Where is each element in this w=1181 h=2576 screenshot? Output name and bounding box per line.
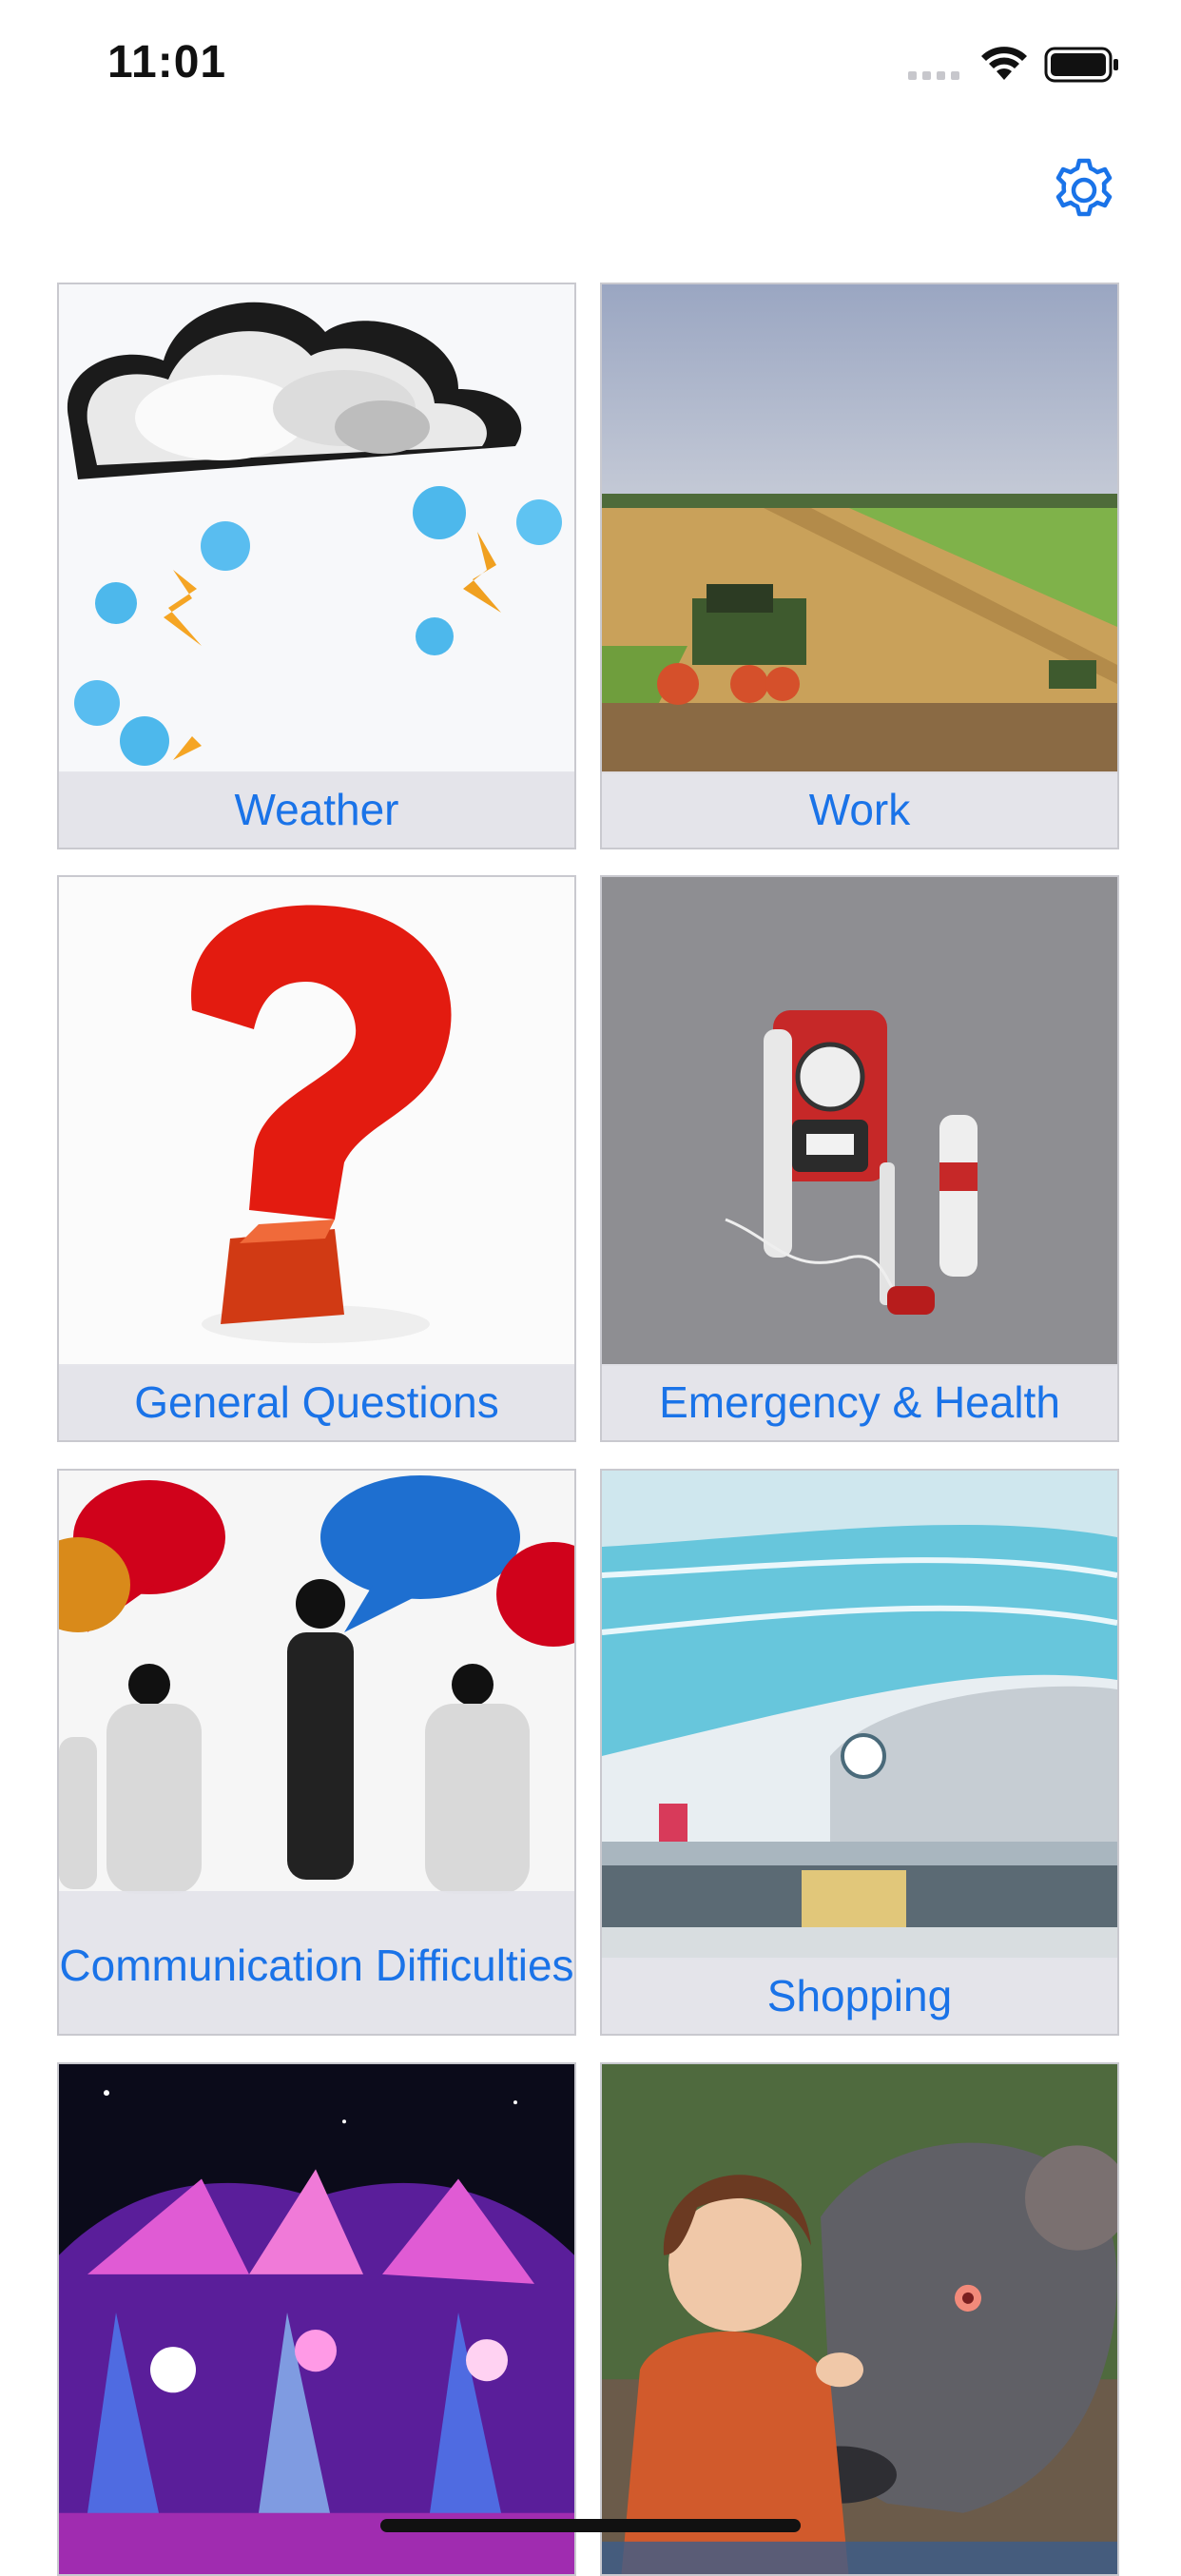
weather-image bbox=[59, 284, 574, 773]
category-label: Emergency & Health bbox=[602, 1364, 1117, 1440]
category-label: Work bbox=[602, 771, 1117, 848]
cellular-signal-icon bbox=[908, 71, 959, 80]
shopping-image bbox=[602, 1471, 1117, 1960]
category-tile-general-questions[interactable]: General Questions bbox=[57, 875, 576, 1442]
category-tile-weather[interactable]: Weather bbox=[57, 283, 576, 849]
battery-icon bbox=[1044, 47, 1118, 83]
category-tile-work[interactable]: Work bbox=[600, 283, 1119, 849]
category-tile-shopping[interactable]: Shopping bbox=[600, 1469, 1119, 2036]
emergency-health-image bbox=[602, 877, 1117, 1366]
status-bar: 11:01 bbox=[0, 0, 1181, 133]
category-tile-animals[interactable] bbox=[600, 2062, 1119, 2576]
settings-gear-icon[interactable] bbox=[1050, 156, 1118, 224]
category-tile-entertainment[interactable] bbox=[57, 2062, 576, 2576]
animals-image bbox=[602, 2064, 1117, 2574]
category-label: Shopping bbox=[602, 1958, 1117, 2034]
home-indicator[interactable] bbox=[380, 2519, 801, 2532]
wifi-icon bbox=[981, 47, 1027, 80]
work-image bbox=[602, 284, 1117, 773]
category-label: Communication Difficulties bbox=[59, 1891, 574, 2034]
category-tile-communication-difficulties[interactable]: Communication Difficulties bbox=[57, 1469, 576, 2036]
category-label: General Questions bbox=[59, 1364, 574, 1440]
status-time: 11:01 bbox=[107, 37, 227, 88]
category-label: Weather bbox=[59, 771, 574, 848]
communication-difficulties-image bbox=[59, 1471, 574, 1960]
general-questions-image bbox=[59, 877, 574, 1366]
category-tile-emergency-health[interactable]: Emergency & Health bbox=[600, 875, 1119, 1442]
concert-image bbox=[59, 2064, 574, 2574]
